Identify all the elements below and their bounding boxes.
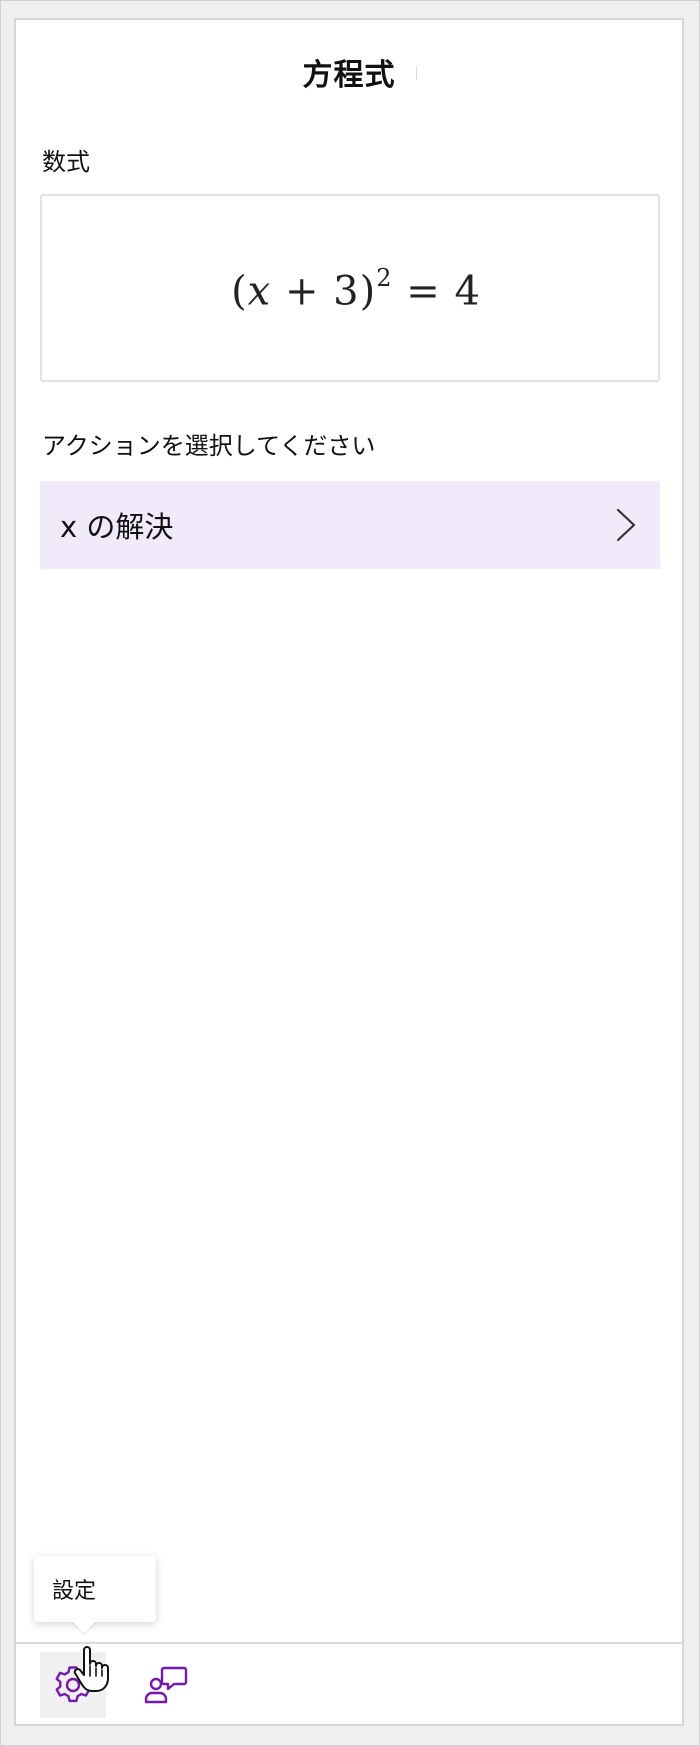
expression-label: 数式 xyxy=(42,148,90,176)
tooltip-text: 設定 xyxy=(52,1579,97,1604)
math-expression: (x + 3)2 = 4 xyxy=(231,264,481,315)
expression-open-paren: ( xyxy=(231,268,248,315)
feedback-button[interactable] xyxy=(132,1652,198,1718)
expression-variable: x xyxy=(247,268,272,315)
solve-for-x-action[interactable]: x の解決 xyxy=(40,481,660,569)
panel-header: 方程式 xyxy=(16,20,682,120)
expression-exponent: 2 xyxy=(376,263,393,292)
panel-title: 方程式 xyxy=(302,58,396,93)
tooltip-arrow xyxy=(72,1621,96,1633)
expression-middle: + 3) xyxy=(271,268,377,315)
feedback-icon xyxy=(144,1666,188,1704)
hand-pointer-cursor-icon xyxy=(73,1646,109,1692)
settings-tooltip: 設定 xyxy=(34,1556,156,1633)
action-label: アクションを選択してください xyxy=(42,432,376,460)
math-panel: 方程式 数式 (x + 3)2 = 4 アクションを選択してください x の解決… xyxy=(14,18,684,1726)
title-divider xyxy=(416,66,417,80)
expression-box[interactable]: (x + 3)2 = 4 xyxy=(40,194,660,382)
expression-rhs: = 4 xyxy=(392,268,481,315)
chevron-right-icon xyxy=(616,508,636,542)
action-item-label: x の解決 xyxy=(60,510,174,544)
bottom-toolbar xyxy=(16,1644,682,1724)
